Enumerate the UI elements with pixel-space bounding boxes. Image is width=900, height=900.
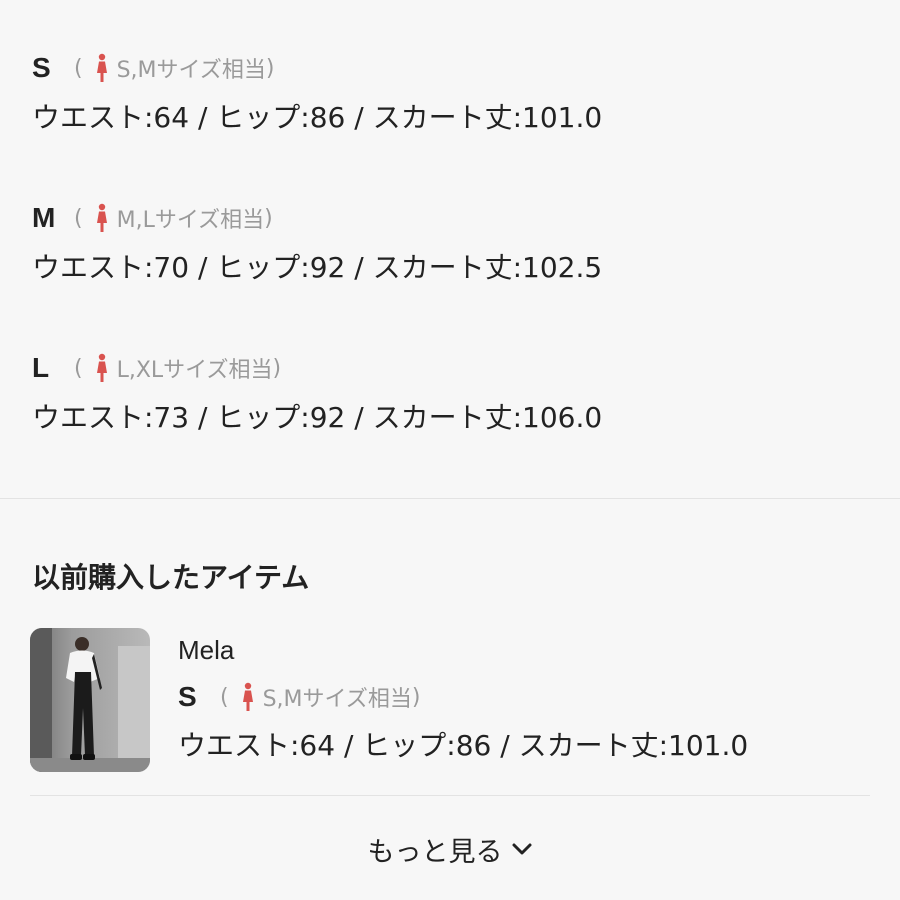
item-divider — [30, 795, 870, 796]
size-equivalent: ( M,Lサイズ相当 ) — [74, 202, 273, 234]
item-size-label: S — [178, 681, 197, 712]
size-equivalent: ( S,Mサイズ相当 ) — [74, 52, 274, 84]
size-equivalent-text: S,Mサイズ相当 — [116, 58, 266, 83]
size-header: L ( L,XLサイズ相当 ) — [32, 348, 872, 388]
size-header: M ( M,Lサイズ相当 ) — [32, 198, 872, 238]
woman-figure-icon — [96, 353, 107, 382]
size-row-m: M ( M,Lサイズ相当 ) ウエスト:70 / ヒップ:92 / スカート丈:… — [32, 198, 872, 348]
item-thumbnail[interactable] — [30, 628, 150, 772]
chevron-down-icon — [512, 843, 531, 855]
previous-purchases-title: 以前購入したアイテム — [32, 561, 310, 594]
size-label: S — [32, 52, 51, 83]
size-row-s: S ( S,Mサイズ相当 ) ウエスト:64 / ヒップ:86 / スカート丈:… — [32, 48, 872, 198]
paren-close: ) — [272, 355, 282, 381]
woman-figure-icon — [96, 203, 107, 232]
paren-close: ) — [411, 684, 421, 710]
size-label: M — [32, 202, 56, 233]
item-details: Mela S ( S,Mサイズ相当 ) ウエスト:64 / ヒップ:86 / ス… — [178, 628, 868, 770]
woman-figure-icon — [96, 53, 107, 82]
section-divider — [0, 498, 900, 499]
size-measurements: ウエスト:70 / ヒップ:92 / スカート丈:102.5 — [32, 251, 603, 284]
item-brand[interactable]: Mela — [178, 628, 868, 672]
previous-item-card[interactable]: Mela S ( S,Mサイズ相当 ) ウエスト:64 / ヒップ:86 / ス… — [30, 628, 870, 772]
see-more-label: もっと見る — [367, 836, 503, 868]
size-row-l: L ( L,XLサイズ相当 ) ウエスト:73 / ヒップ:92 / スカート丈… — [32, 348, 872, 498]
size-label: L — [32, 352, 50, 383]
size-equivalent-text: S,Mサイズ相当 — [262, 687, 412, 712]
paren-open: ( — [220, 684, 229, 710]
size-equivalent-text: L,XLサイズ相当 — [116, 358, 273, 383]
item-size-header: S ( S,Mサイズ相当 ) — [178, 672, 868, 722]
see-more-button[interactable]: もっと見る — [0, 822, 900, 876]
paren-close: ) — [264, 205, 273, 231]
paren-open: ( — [74, 55, 83, 81]
size-equivalent-text: M,Lサイズ相当 — [116, 208, 265, 233]
paren-open: ( — [74, 355, 83, 381]
size-chart: S ( S,Mサイズ相当 ) ウエスト:64 / ヒップ:86 / スカート丈:… — [32, 48, 872, 498]
woman-figure-icon — [242, 682, 253, 711]
size-measurements: ウエスト:64 / ヒップ:86 / スカート丈:101.0 — [32, 101, 603, 134]
paren-close: ) — [265, 55, 275, 81]
paren-open: ( — [74, 205, 83, 231]
size-measurements: ウエスト:73 / ヒップ:92 / スカート丈:106.0 — [32, 401, 603, 434]
size-header: S ( S,Mサイズ相当 ) — [32, 48, 872, 88]
item-measurements: ウエスト:64 / ヒップ:86 / スカート丈:101.0 — [178, 729, 749, 762]
item-size-equivalent: ( S,Mサイズ相当 ) — [220, 681, 420, 713]
item-photo — [30, 628, 150, 772]
size-equivalent: ( L,XLサイズ相当 ) — [74, 352, 281, 384]
